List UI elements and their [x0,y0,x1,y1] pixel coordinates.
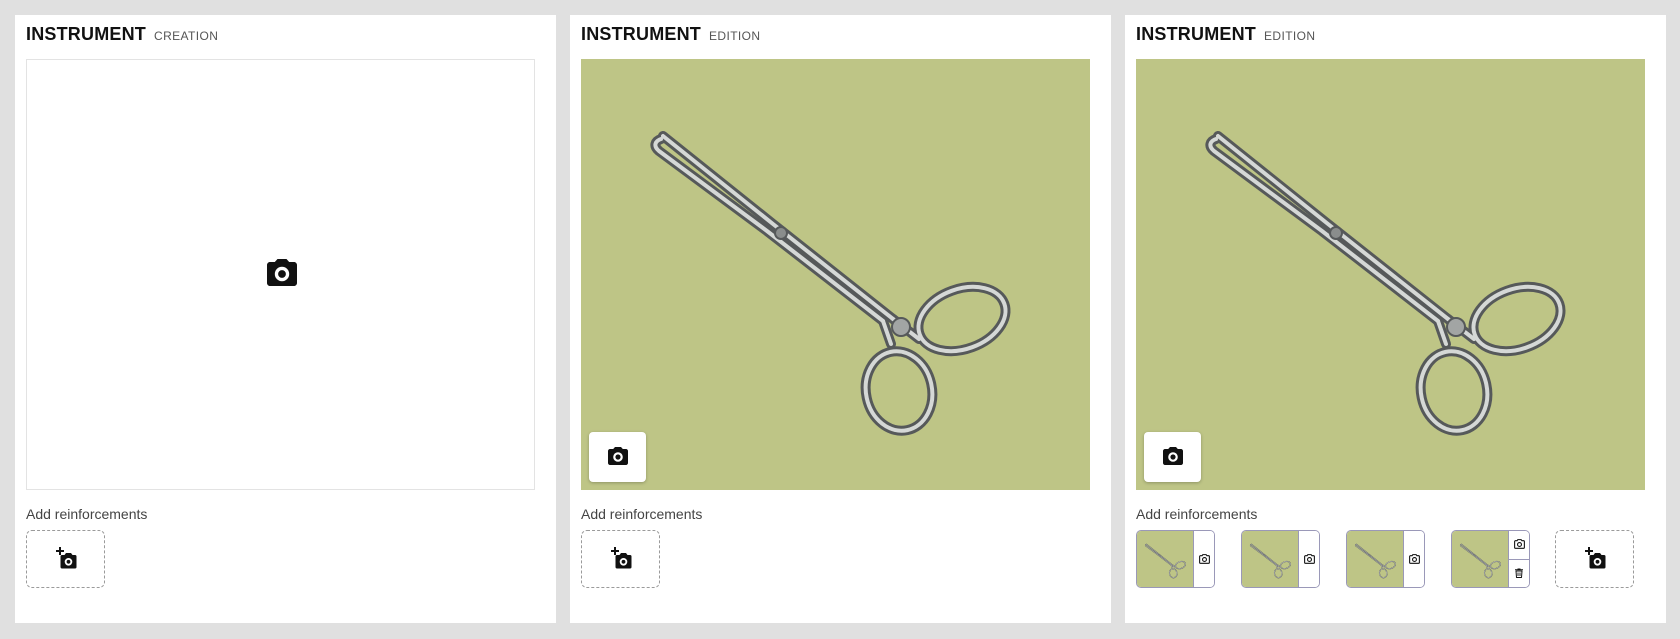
camera-icon [1198,553,1211,566]
forceps-image [1137,531,1195,588]
reinforcement-thumbnail[interactable] [1136,530,1215,588]
camera-icon[interactable] [262,256,302,292]
panel-header: INSTRUMENT CREATION [26,24,218,48]
forceps-image [1242,531,1300,588]
thumbnail-actions [1193,531,1214,587]
retake-reinforcement-button[interactable] [1509,531,1529,559]
panel-mode: EDITION [1264,29,1316,43]
reinforcement-thumbnail[interactable] [1241,530,1320,588]
add-photo-icon [54,547,78,571]
add-photo-icon [609,547,633,571]
retake-reinforcement-button[interactable] [1299,531,1319,587]
panel-title: INSTRUMENT [581,24,701,44]
panel-header: INSTRUMENT EDITION [581,24,760,48]
reinforcement-thumbnail[interactable] [1346,530,1425,588]
instrument-edition-panel: INSTRUMENT EDITION Add reinforcements [1125,15,1666,623]
panel-title: INSTRUMENT [26,24,146,44]
delete-reinforcement-button[interactable] [1509,558,1529,588]
reinforcement-photo [1452,531,1510,587]
camera-icon [1303,553,1316,566]
instrument-photo [1136,59,1645,490]
instrument-editor-screen: INSTRUMENT CREATION Add reinforcements IN… [0,0,1680,639]
forceps-image [1452,531,1510,588]
instrument-photo [581,59,1090,490]
camera-icon [1161,445,1185,469]
forceps-image [1347,531,1405,588]
panel-header: INSTRUMENT EDITION [1136,24,1315,48]
instrument-creation-panel: INSTRUMENT CREATION Add reinforcements [15,15,556,623]
thumbnail-actions [1298,531,1319,587]
reinforcements-label: Add reinforcements [26,506,148,522]
camera-icon [606,445,630,469]
add-reinforcement-button[interactable] [1555,530,1634,588]
photo-dropzone[interactable] [26,59,535,490]
instrument-edition-panel: INSTRUMENT EDITION Add reinforcements [570,15,1111,623]
panel-title: INSTRUMENT [1136,24,1256,44]
panel-mode: CREATION [154,29,219,43]
reinforcement-photo [1242,531,1300,587]
reinforcements-label: Add reinforcements [1136,506,1258,522]
trash-icon [1513,567,1525,579]
camera-icon [1408,553,1421,566]
retake-photo-button[interactable] [589,432,646,482]
reinforcement-thumbnail[interactable] [1451,530,1530,588]
thumbnail-actions [1403,531,1424,587]
retake-reinforcement-button[interactable] [1404,531,1424,587]
reinforcements-label: Add reinforcements [581,506,703,522]
thumbnail-actions [1508,531,1529,587]
add-photo-icon [1583,547,1607,571]
reinforcement-photo [1347,531,1405,587]
camera-icon [1513,538,1526,551]
panel-mode: EDITION [709,29,761,43]
reinforcement-photo [1137,531,1195,587]
add-reinforcement-button[interactable] [581,530,660,588]
add-reinforcement-button[interactable] [26,530,105,588]
forceps-image [1136,59,1645,490]
retake-reinforcement-button[interactable] [1194,531,1214,587]
forceps-image [581,59,1090,490]
retake-photo-button[interactable] [1144,432,1201,482]
